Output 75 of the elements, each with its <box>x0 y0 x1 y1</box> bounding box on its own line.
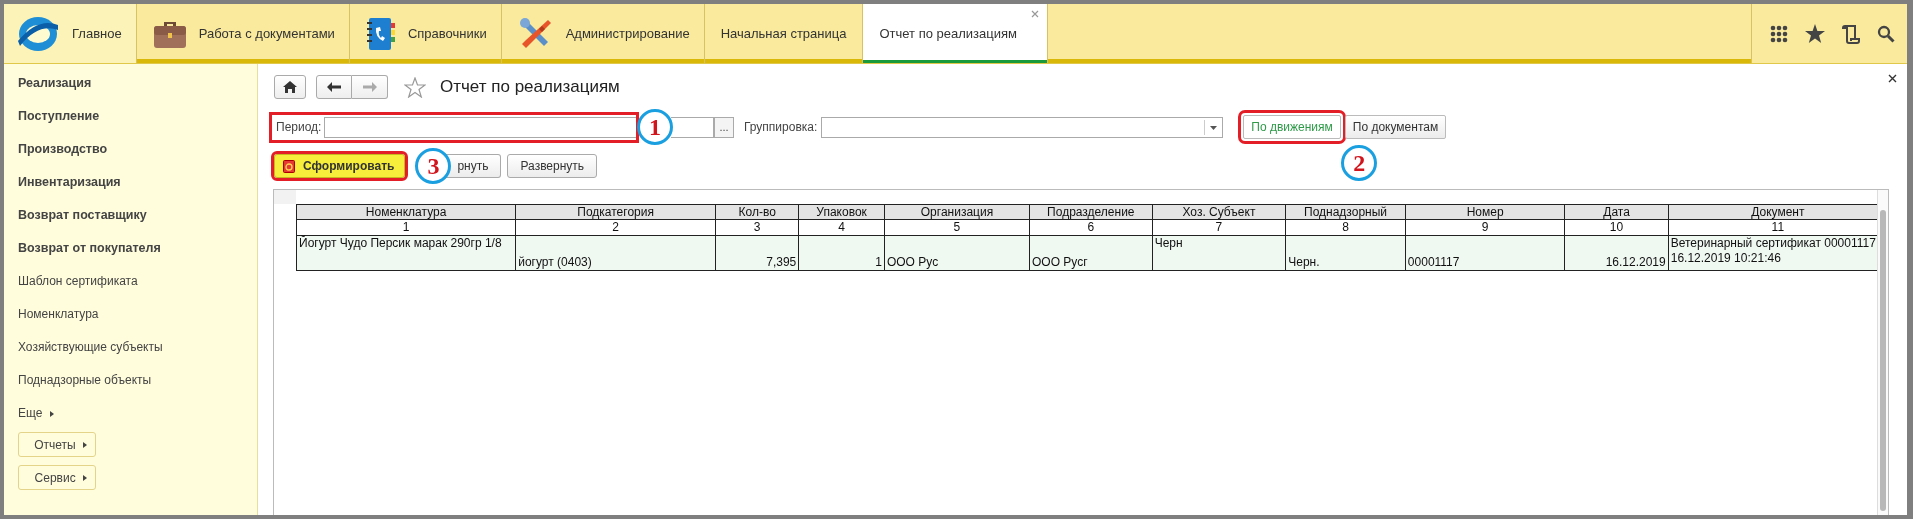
column-header: Дата <box>1564 204 1669 220</box>
table-cell: Йогурт Чудо Персик марак 290гр 1/8 <box>296 235 516 271</box>
apps-grid-icon[interactable] <box>1770 24 1788 43</box>
column-number: 6 <box>1029 219 1153 236</box>
corner-cell <box>274 190 296 204</box>
table-cell: Черн <box>1152 235 1286 271</box>
select-button[interactable]: ... <box>714 116 734 138</box>
home-button[interactable] <box>274 75 306 99</box>
step-marker: 2 <box>1341 145 1378 181</box>
column-header: Организация <box>884 204 1030 220</box>
section-tab[interactable]: Работа с документами <box>136 4 350 63</box>
column-header: Номер <box>1405 204 1565 220</box>
sidebar-item[interactable]: Поднадзорные объекты <box>18 369 152 402</box>
close-icon[interactable] <box>1888 74 1897 83</box>
table-cell: Черн. <box>1285 235 1406 271</box>
column-header: Упаковок <box>798 204 885 220</box>
column-header: Подразделение <box>1029 204 1153 220</box>
sidebar-item[interactable]: Реализация <box>18 72 92 105</box>
section-tab[interactable]: Главное <box>4 4 137 63</box>
column-header: Номенклатура <box>296 204 516 220</box>
menu-button[interactable]: Сервис <box>18 465 96 490</box>
table-cell: 7,395 <box>715 235 799 271</box>
period-field[interactable] <box>324 116 636 138</box>
toolbar-button[interactable]: Развернуть <box>507 154 598 178</box>
table-cell: 00001117 <box>1405 235 1565 271</box>
more-menu[interactable]: Еще <box>18 402 54 432</box>
step-marker: 1 <box>637 109 673 145</box>
sidebar-item[interactable]: Номенклатура <box>18 303 99 336</box>
phone-book-icon <box>365 16 396 51</box>
column-number: 8 <box>1285 219 1406 236</box>
sidebar-item[interactable]: Хозяйствующие субъекты <box>18 336 163 369</box>
star-icon[interactable] <box>1805 24 1825 43</box>
search-icon[interactable] <box>1877 24 1895 43</box>
section-tab[interactable]: Справочники <box>349 4 502 63</box>
sidebar-item[interactable]: Инвентаризация <box>18 171 121 204</box>
open-tab[interactable]: Отчет по реализациям <box>863 4 1048 63</box>
column-number: 7 <box>1152 219 1286 236</box>
column-number: 2 <box>515 219 716 236</box>
step-marker: 3 <box>415 148 452 184</box>
column-number: 1 <box>296 219 516 236</box>
column-header: Хоз. Субъект <box>1152 204 1286 220</box>
open-tab[interactable]: Начальная страница <box>704 4 864 63</box>
sidebar-item[interactable]: Производство <box>18 138 108 171</box>
arrow-left-icon <box>327 82 341 92</box>
table-cell: 1 <box>798 235 885 271</box>
column-header: Поднадзорный <box>1285 204 1406 220</box>
back-button[interactable] <box>316 75 352 99</box>
sidebar-item[interactable]: Поступление <box>18 105 100 138</box>
caret-icon <box>1210 125 1218 130</box>
arrow-right-icon <box>362 82 377 92</box>
column-header: Кол-во <box>715 204 799 220</box>
column-number: 10 <box>1564 219 1669 236</box>
menu-button[interactable]: Отчеты <box>18 432 96 457</box>
field-label: Группировка: <box>744 120 818 134</box>
generate-button[interactable]: Сформировать <box>274 154 406 178</box>
form-title: Отчет по реализациям <box>440 77 620 97</box>
scrollbar[interactable] <box>1877 190 1888 515</box>
report-icon <box>283 159 295 173</box>
table-cell: йогурт (0403) <box>515 235 716 271</box>
home-icon <box>283 81 297 93</box>
table-cell: ООО Русг <box>1029 235 1153 271</box>
sidebar-item[interactable]: Возврат поставщику <box>18 204 147 237</box>
column-number: 3 <box>715 219 799 236</box>
table-cell: ООО Рус <box>884 235 1030 271</box>
column-header: Подкатегория <box>515 204 716 220</box>
section-tab[interactable]: Администрирование <box>501 4 705 63</box>
sidebar-item[interactable]: Шаблон сертификата <box>18 270 138 303</box>
field-label: Период: <box>276 120 322 134</box>
sidebar-item[interactable]: Возврат от покупателя <box>18 237 161 270</box>
star-outline-icon[interactable] <box>404 76 426 98</box>
table-cell: 16.12.2019 <box>1564 235 1669 271</box>
mode-toggle[interactable]: По документам <box>1344 115 1447 139</box>
column-number: 4 <box>798 219 885 236</box>
column-number: 9 <box>1405 219 1565 236</box>
column-number: 5 <box>884 219 1030 236</box>
